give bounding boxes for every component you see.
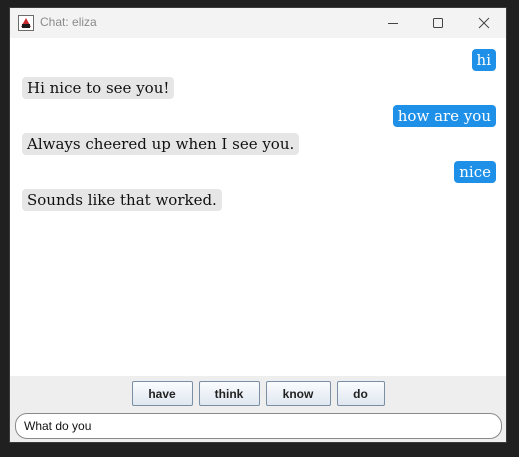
suggestion-button-know[interactable]: know [265,381,331,406]
suggestion-button-have[interactable]: have [131,381,193,406]
bot-message: Always cheered up when I see you. [22,133,300,155]
close-button[interactable] [461,8,506,38]
suggestion-bar: have think know do [10,381,506,406]
message-input-container[interactable] [15,413,502,439]
bot-message: Sounds like that worked. [22,189,222,211]
suggestion-button-think[interactable]: think [198,381,260,406]
input-panel: have think know do [10,376,506,442]
minimize-icon [388,23,398,24]
message-input[interactable] [24,417,494,435]
chat-window: Chat: eliza hi Hi nice to see you! how a… [9,7,507,443]
user-message: hi [471,49,496,71]
java-duke-icon [18,15,34,31]
user-message: nice [454,161,496,183]
maximize-button[interactable] [415,8,461,38]
maximize-icon [433,18,443,28]
minimize-button[interactable] [370,8,416,38]
chat-transcript: hi Hi nice to see you! how are you Alway… [10,38,506,376]
suggestion-button-do[interactable]: do [336,381,385,406]
bot-message: Hi nice to see you! [22,77,175,99]
title-bar[interactable]: Chat: eliza [10,8,506,38]
window-title: Chat: eliza [40,15,97,29]
user-message: how are you [392,105,496,127]
close-icon [478,17,490,29]
